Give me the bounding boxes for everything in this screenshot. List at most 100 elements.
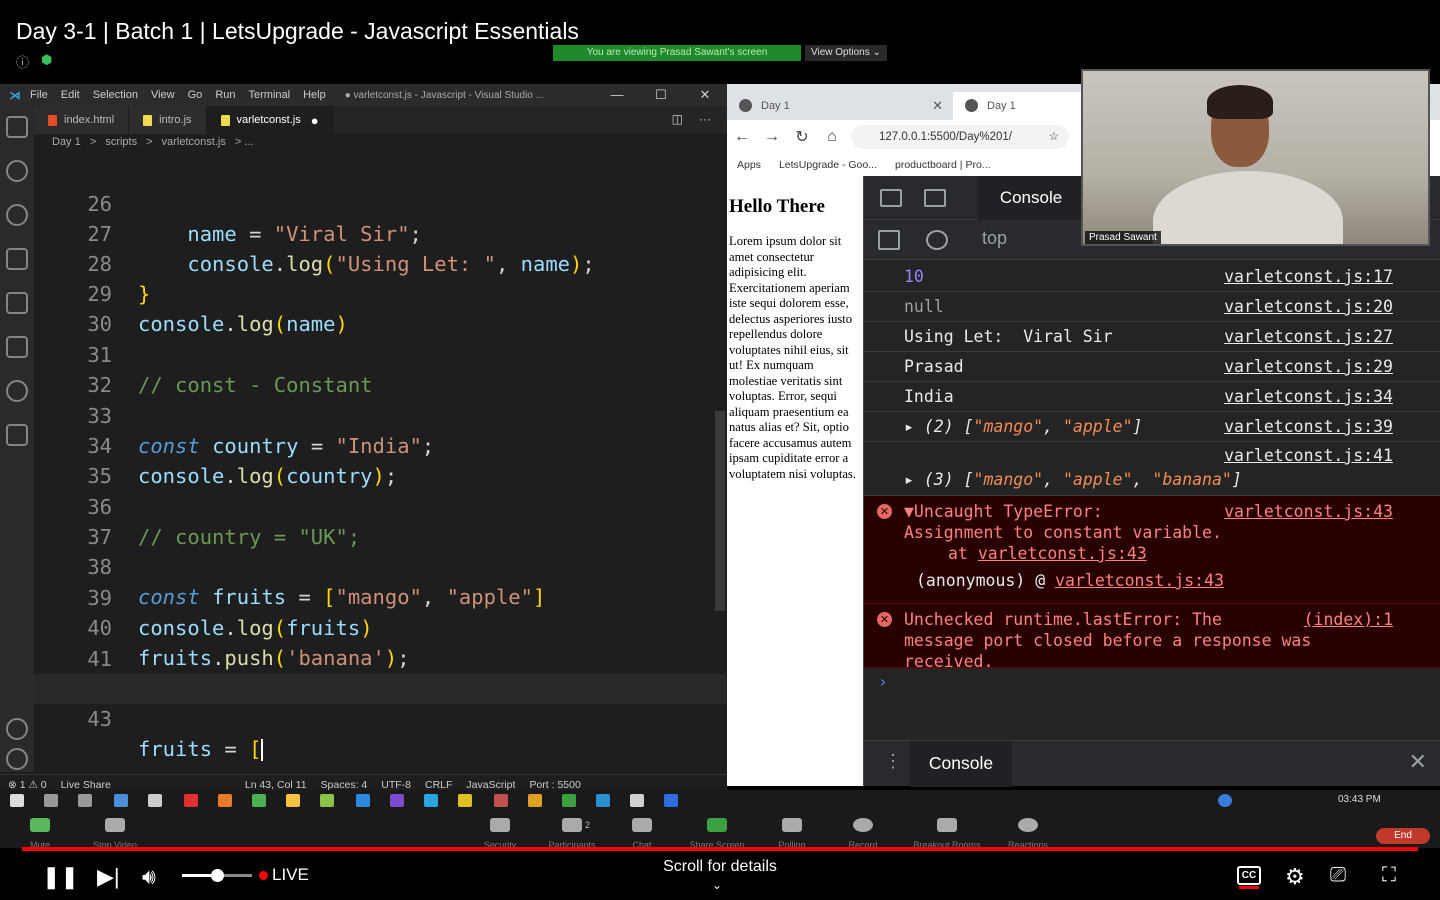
breakout-rooms-icon[interactable] xyxy=(937,818,957,832)
taskbar-app-icon[interactable] xyxy=(528,794,542,807)
drawer-menu-icon[interactable]: ⋮ xyxy=(884,751,902,772)
indentation[interactable]: Spaces: 4 xyxy=(321,779,368,791)
tab-console[interactable]: Console xyxy=(978,176,1084,220)
menu-edit[interactable]: Edit xyxy=(61,89,80,101)
remote-explorer-icon[interactable] xyxy=(6,336,28,358)
captions-icon[interactable]: CC xyxy=(1237,866,1261,889)
gear-icon[interactable] xyxy=(6,748,28,770)
pause-icon[interactable]: ❚❚ xyxy=(42,864,79,890)
live-server-port[interactable]: Port : 5500 xyxy=(529,779,580,791)
polling-icon[interactable] xyxy=(782,818,802,832)
more-actions-icon[interactable]: ··· xyxy=(699,112,711,126)
unsaved-dot-icon[interactable]: ● xyxy=(311,113,319,128)
browser-tab[interactable]: Day 1 ✕ xyxy=(727,92,953,120)
end-meeting-button[interactable]: End xyxy=(1376,828,1430,844)
close-drawer-icon[interactable]: ✕ xyxy=(1409,749,1427,775)
chat-icon[interactable] xyxy=(632,818,652,832)
volume-icon[interactable]: 🔊︎ xyxy=(142,864,156,890)
address-bar[interactable]: 127.0.0.1:5500/Day%201/ ☆ xyxy=(851,125,1069,149)
taskbar-app-icon[interactable] xyxy=(114,794,128,807)
stack-link[interactable]: varletconst.js:43 xyxy=(978,544,1147,563)
live-share-status[interactable]: Live Share xyxy=(61,779,111,791)
search-icon[interactable] xyxy=(44,794,58,807)
extensions-icon[interactable] xyxy=(6,292,28,314)
stack-link[interactable]: varletconst.js:43 xyxy=(1055,571,1224,590)
line-ending[interactable]: CRLF xyxy=(425,779,452,791)
log-source-link[interactable]: varletconst.js:17 xyxy=(1224,267,1393,286)
accounts-icon[interactable] xyxy=(6,718,28,740)
live-share-icon[interactable] xyxy=(6,424,28,446)
microphone-icon[interactable] xyxy=(30,818,50,832)
visual-studio-icon[interactable] xyxy=(390,794,404,807)
minimize-icon[interactable]: — xyxy=(595,84,639,106)
zoom-taskbar-icon[interactable] xyxy=(664,794,678,807)
cast-icon[interactable]: ⎚ xyxy=(1330,864,1346,887)
taskbar-app-icon[interactable] xyxy=(630,794,644,807)
execution-context-select[interactable]: top xyxy=(982,228,1007,249)
run-debug-icon[interactable] xyxy=(6,248,28,270)
console-prompt-icon[interactable]: › xyxy=(878,672,888,691)
console-log-row[interactable]: ▸ (2) ["mango", "apple"] varletconst.js:… xyxy=(864,412,1440,442)
taskbar-app-icon[interactable] xyxy=(148,794,162,807)
log-source-link[interactable]: varletconst.js:39 xyxy=(1224,417,1393,436)
inspect-element-icon[interactable] xyxy=(880,189,902,207)
console-log-row[interactable]: varletconst.js:41 ▸ (3) ["mango", "apple… xyxy=(864,442,1440,496)
menu-file[interactable]: File xyxy=(30,89,48,101)
error-source-link[interactable]: (index):1 xyxy=(1304,610,1393,629)
live-label[interactable]: LIVE xyxy=(272,865,309,885)
log-source-link[interactable]: varletconst.js:34 xyxy=(1224,387,1393,406)
split-editor-icon[interactable]: ◫ xyxy=(672,112,683,126)
zoom-view-options-button[interactable]: View Options ⌄ xyxy=(805,45,887,61)
close-icon[interactable]: ✕ xyxy=(683,84,727,106)
tab-intro-js[interactable]: intro.js xyxy=(129,106,207,134)
error-title[interactable]: ▼Uncaught TypeError: xyxy=(904,502,1103,521)
forward-icon[interactable]: → xyxy=(757,128,787,146)
timeline-icon[interactable] xyxy=(6,380,28,402)
drawer-tab-console[interactable]: Console xyxy=(910,741,1012,787)
home-icon[interactable]: ⌂ xyxy=(817,128,847,146)
system-clock[interactable]: 03:43 PM xyxy=(1338,794,1381,805)
log-source-link[interactable]: varletconst.js:27 xyxy=(1224,327,1393,346)
menu-selection[interactable]: Selection xyxy=(93,89,138,101)
search-icon[interactable] xyxy=(6,160,28,182)
star-icon[interactable]: ☆ xyxy=(1049,125,1059,149)
expand-arrow-icon[interactable]: ▸ xyxy=(904,470,924,489)
help-icon[interactable] xyxy=(1218,794,1232,807)
taskbar-app-icon[interactable] xyxy=(458,794,472,807)
editor-scrollbar[interactable] xyxy=(715,411,725,611)
log-source-link[interactable]: varletconst.js:29 xyxy=(1224,357,1393,376)
explorer-icon[interactable] xyxy=(6,116,28,138)
next-icon[interactable]: ▶| xyxy=(97,864,120,890)
code-editor[interactable]: 26 name = "Viral Sir"; 27 console.log("U… xyxy=(34,156,727,772)
video-progress-bar[interactable] xyxy=(22,847,1418,851)
start-icon[interactable] xyxy=(10,794,24,807)
error-source-link[interactable]: varletconst.js:43 xyxy=(1224,502,1393,521)
log-source-link[interactable]: varletconst.js:41 xyxy=(1224,446,1393,465)
language-mode[interactable]: JavaScript xyxy=(466,779,515,791)
menu-help[interactable]: Help xyxy=(303,89,326,101)
participants-icon[interactable] xyxy=(562,818,582,832)
menu-view[interactable]: View xyxy=(151,89,175,101)
chevron-down-icon[interactable]: ⌄ xyxy=(712,878,722,892)
bookmark-apps[interactable]: Apps xyxy=(737,159,761,171)
close-tab-icon[interactable]: ✕ xyxy=(932,92,943,120)
bookmark-letsupgrade[interactable]: LetsUpgrade - Goo... xyxy=(779,159,877,171)
sidebar-toggle-icon[interactable] xyxy=(878,230,900,250)
array-log[interactable]: ▸ (2) ["mango", "apple"] xyxy=(904,417,1142,436)
security-shield-icon[interactable] xyxy=(490,818,510,832)
problems-count[interactable]: ⊗ 1 ⚠ 0 xyxy=(8,779,47,791)
vscode-taskbar-icon[interactable] xyxy=(356,794,370,807)
breadcrumb-item[interactable]: varletconst.js xyxy=(162,136,226,148)
menu-terminal[interactable]: Terminal xyxy=(249,89,291,101)
video-camera-icon[interactable] xyxy=(105,818,125,832)
excel-icon[interactable] xyxy=(562,794,576,807)
taskbar-app-icon[interactable] xyxy=(184,794,198,807)
taskbar-app-icon[interactable] xyxy=(320,794,334,807)
reload-icon[interactable]: ↻ xyxy=(787,127,817,147)
record-icon[interactable] xyxy=(853,818,873,832)
taskbar-app-icon[interactable] xyxy=(494,794,508,807)
console-error-row[interactable]: ✕ ▼Uncaught TypeError: varletconst.js:43… xyxy=(864,496,1440,604)
log-source-link[interactable]: varletconst.js:20 xyxy=(1224,297,1393,316)
reactions-icon[interactable] xyxy=(1018,818,1038,832)
firefox-icon[interactable] xyxy=(218,794,232,807)
